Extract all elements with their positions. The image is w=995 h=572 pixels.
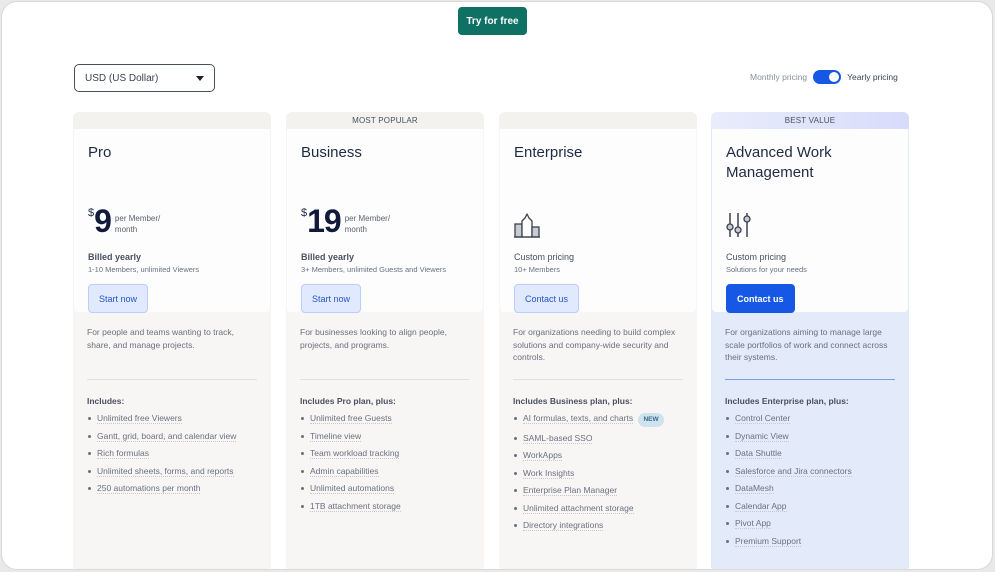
plan-subtitle: Solutions for your needs [726, 265, 807, 274]
plan-banner [499, 112, 697, 129]
feature-item[interactable]: SAML-based SSO [513, 432, 688, 445]
plan-name: Enterprise [514, 144, 583, 161]
contact-us-button[interactable]: Contact us [514, 284, 580, 313]
plan-description: For people and teams wanting to track, s… [87, 327, 234, 350]
start-now-button[interactable]: Start now [301, 284, 362, 313]
divider [87, 379, 257, 380]
caret-down-icon [196, 75, 204, 81]
billing-note: Billed yearly [301, 252, 355, 262]
pricing-page: Try for free USD (US Dollar) Monthly pri… [1, 1, 993, 570]
divider [725, 379, 895, 380]
billing-period-toggle[interactable] [813, 70, 842, 84]
feature-item[interactable]: DataMesh [725, 483, 900, 495]
contact-us-button[interactable]: Contact us [726, 284, 795, 313]
includes-title: Includes Business plan, plus: [513, 396, 633, 406]
feature-item[interactable]: Unlimited automations [300, 483, 475, 495]
billing-note: Billed yearly [88, 252, 142, 262]
feature-item[interactable]: Unlimited free Viewers [87, 413, 262, 425]
feature-item[interactable]: Enterprise Plan Manager [513, 485, 688, 497]
feature-item[interactable]: 250 automations per month [87, 483, 262, 495]
plan-subtitle: 10+ Members [514, 265, 561, 274]
new-badge: NEW [638, 413, 664, 427]
plan-price: $ 19 per Member/ month [301, 205, 405, 237]
feature-item[interactable]: Premium Support [725, 535, 900, 548]
feature-item[interactable]: Gantt, grid, board, and calendar view [87, 430, 262, 443]
plan-name: Business [301, 144, 362, 161]
monthly-pricing-label[interactable]: Monthly pricing [750, 72, 807, 82]
price-amount: 19 [307, 203, 342, 239]
feature-item[interactable]: Directory integrations [513, 520, 688, 532]
plan-description: For organizations needing to build compl… [513, 327, 676, 362]
plan-card-enterprise: Enterprise Custom pricing 10+ Members Co… [499, 112, 697, 569]
divider [513, 379, 683, 380]
plan-price: $ 9 per Member/ month [88, 205, 175, 237]
plan-card-pro: Pro $ 9 per Member/ month Billed yearly … [73, 112, 271, 569]
pricing-note: Custom pricing [514, 252, 575, 262]
feature-item[interactable]: Control Center [725, 413, 900, 425]
plan-description: For businesses looking to align people, … [300, 327, 447, 350]
try-for-free-button[interactable]: Try for free [458, 7, 527, 35]
feature-list: Unlimited free Viewers Gantt, grid, boar… [87, 413, 262, 501]
feature-item[interactable]: Data Shuttle [725, 448, 900, 460]
feature-item[interactable]: 1TB attachment storage [300, 500, 475, 513]
feature-item[interactable]: AI formulas, texts, and charts NEW [513, 413, 688, 427]
price-amount: 9 [94, 203, 112, 239]
plan-header: Business $ 19 per Member/ month Billed y… [287, 129, 483, 313]
feature-list: Unlimited free Guests Timeline view Team… [300, 413, 475, 518]
feature-item[interactable]: Work Insights [513, 467, 688, 480]
includes-title: Includes Enterprise plan, plus: [725, 396, 849, 406]
best-value-banner: BEST VALUE [711, 112, 909, 129]
plan-banner [73, 112, 271, 129]
feature-item[interactable]: Rich formulas [87, 448, 262, 460]
divider [300, 379, 470, 380]
feature-list: Control Center Dynamic View Data Shuttle… [725, 413, 900, 553]
toggle-knob [829, 72, 840, 82]
feature-item[interactable]: Dynamic View [725, 430, 900, 443]
feature-item[interactable]: Salesforce and Jira connectors [725, 465, 900, 478]
plan-subtitle: 1-10 Members, unlimited Viewers [88, 265, 200, 274]
plan-header: Advanced Work Management Custom pricing … [712, 129, 908, 313]
sliders-icon [726, 212, 752, 243]
billing-toggle-group: Monthly pricing Yearly pricing [750, 70, 898, 84]
price-unit: per Member/ month [344, 214, 391, 234]
feature-item[interactable]: Timeline view [300, 430, 475, 443]
most-popular-banner: MOST POPULAR [286, 112, 484, 129]
feature-item[interactable]: Unlimited sheets, forms, and reports [87, 465, 262, 478]
yearly-pricing-label[interactable]: Yearly pricing [847, 72, 898, 82]
feature-item[interactable]: Pivot App [725, 518, 900, 530]
plan-card-business: MOST POPULAR Business $ 19 per Member/ m… [286, 112, 484, 569]
feature-item[interactable]: Unlimited attachment storage [513, 502, 688, 515]
plan-header: Pro $ 9 per Member/ month Billed yearly … [74, 129, 270, 313]
plan-header: Enterprise Custom pricing 10+ Members Co… [500, 129, 696, 313]
feature-item[interactable]: Team workload tracking [300, 448, 475, 460]
includes-title: Includes: [87, 396, 125, 406]
building-icon [514, 212, 540, 243]
feature-item[interactable]: Admin capabilities [300, 465, 475, 478]
includes-title: Includes Pro plan, plus: [300, 396, 396, 406]
currency-select-value: USD (US Dollar) [85, 72, 159, 84]
start-now-button[interactable]: Start now [88, 284, 149, 313]
feature-item[interactable]: WorkApps [513, 450, 688, 462]
currency-select[interactable]: USD (US Dollar) [74, 64, 215, 92]
pricing-note: Custom pricing [726, 252, 787, 262]
plan-card-advanced-work-management: BEST VALUE Advanced Work Management Cust… [711, 112, 909, 569]
feature-item[interactable]: Unlimited free Guests [300, 413, 475, 425]
feature-list: AI formulas, texts, and charts NEW SAML-… [513, 413, 688, 538]
plan-name: Advanced Work Management [726, 144, 832, 181]
feature-item[interactable]: Calendar App [725, 500, 900, 513]
plan-description: For organizations aiming to manage large… [725, 327, 888, 362]
price-unit: per Member/ month [114, 214, 161, 234]
plan-subtitle: 3+ Members, unlimited Guests and Viewers [301, 265, 447, 274]
plan-name: Pro [88, 144, 112, 161]
